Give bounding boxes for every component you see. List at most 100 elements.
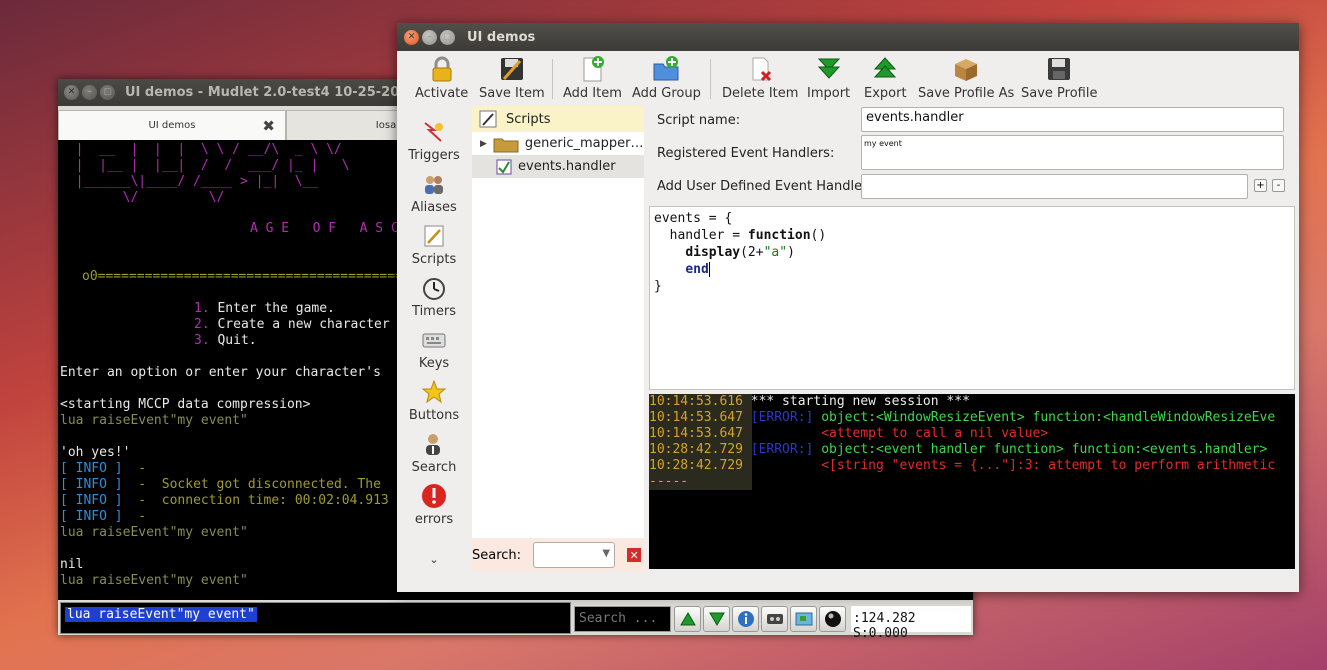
mudlet-window-title: UI demos - Mudlet 2.0-test4 10-25-2011 xyxy=(125,85,418,100)
toolbar-label: Add Group xyxy=(632,86,701,101)
ascii-banner-line: |______\|____/ /____ > |_| \__ xyxy=(60,174,319,189)
sidebar-label: Triggers xyxy=(408,148,460,163)
close-window-icon[interactable]: ✕ xyxy=(404,29,419,45)
map-icon xyxy=(795,612,812,626)
status-readout: :124.282 S:0.000 xyxy=(851,606,971,641)
tab-label: Iosa xyxy=(375,120,397,131)
maximize-window-icon[interactable]: ▢ xyxy=(100,85,115,100)
handler-list-item[interactable]: my event xyxy=(864,139,1281,148)
error-time: 10:28:42.729 xyxy=(649,442,743,457)
error-text: object:<event handler function> function… xyxy=(821,442,1268,457)
error-console[interactable]: 10:14:53.616 *** starting new session **… xyxy=(649,394,1295,569)
script-editor-window: ✕ – ▢ UI demos Activate Save Item Add It… xyxy=(397,23,1299,592)
tree-header[interactable]: Scripts xyxy=(472,106,644,132)
tab-ui-demos[interactable]: UI demos ✖ xyxy=(58,110,286,140)
toolbar-label: Save Profile As xyxy=(918,86,1015,101)
remove-handler-button[interactable]: - xyxy=(1272,179,1285,192)
sidebar-item-triggers[interactable]: Triggers xyxy=(397,119,471,163)
tree-search-combo[interactable]: ▼ xyxy=(533,542,616,568)
minimize-window-icon[interactable]: – xyxy=(422,29,437,45)
keys-icon xyxy=(422,333,446,348)
import-button[interactable]: Import xyxy=(807,55,850,101)
stop-ball-icon xyxy=(824,611,841,627)
add-group-button[interactable]: Add Group xyxy=(632,55,701,101)
scroll-down-button[interactable] xyxy=(703,606,730,632)
error-time: 10:14:53.647 xyxy=(649,426,743,441)
tab-label: UI demos xyxy=(148,120,196,131)
emergency-stop-button[interactable] xyxy=(819,606,846,632)
echoed-command: lua raiseEvent"my event" xyxy=(60,525,248,540)
info-tag: [ INFO ] xyxy=(60,509,123,524)
error-line: 10:14:53.647 <attempt to call a nil valu… xyxy=(649,426,1048,442)
save-profile-as-button[interactable]: Save Profile As xyxy=(918,55,1014,101)
code-editor[interactable]: events = { handler = function() display(… xyxy=(649,206,1295,390)
sidebar-item-errors[interactable]: errors xyxy=(397,483,471,527)
close-tab-icon[interactable]: ✖ xyxy=(262,117,275,135)
error-icon xyxy=(422,484,446,508)
info-button[interactable] xyxy=(732,606,759,632)
ascii-banner-line: | __ | | | \ \ / __/\ _ \ \/ xyxy=(60,142,342,157)
script-item-icon xyxy=(496,159,512,174)
logging-button[interactable] xyxy=(761,606,788,632)
scroll-up-button[interactable] xyxy=(674,606,701,632)
game-subtitle: A G E O F A S C xyxy=(250,221,399,236)
add-item-button[interactable]: Add Item xyxy=(563,55,622,101)
ascii-banner-line: | |__ | |__| / / ___/ |_ | \ xyxy=(60,158,350,173)
code-token: ) xyxy=(787,245,795,260)
sidebar-label: Buttons xyxy=(408,408,460,423)
code-token: handler = xyxy=(654,228,748,243)
sidebar-item-keys[interactable]: Keys xyxy=(397,327,471,371)
window-controls: ✕ – ▢ xyxy=(404,29,455,45)
tree-item-folder[interactable]: ▶ generic_mapper… xyxy=(472,132,644,155)
delete-item-button[interactable]: Delete Item xyxy=(722,55,798,101)
buffer-search-input[interactable]: Search ... xyxy=(574,606,671,632)
toolbar-label: Activate xyxy=(415,86,469,101)
arrow-up-icon xyxy=(679,612,696,626)
activate-button[interactable]: Activate xyxy=(415,55,468,101)
toolbar-label: Delete Item xyxy=(722,86,799,101)
sidebar-more-chevron[interactable]: ⌄ xyxy=(397,553,471,566)
sidebar-item-aliases[interactable]: Aliases xyxy=(397,171,471,215)
save-profile-icon xyxy=(1048,58,1071,80)
add-handler-button[interactable]: + xyxy=(1254,179,1267,192)
error-line: 10:28:42.729 [ERROR:] object:<event hand… xyxy=(649,442,1267,458)
map-button[interactable] xyxy=(790,606,817,632)
close-window-icon[interactable]: ✕ xyxy=(64,85,79,100)
command-input[interactable]: lua raiseEvent"my event" xyxy=(60,602,571,634)
add-handler-input[interactable] xyxy=(861,174,1248,199)
maximize-window-icon[interactable]: ▢ xyxy=(440,29,455,45)
tree-item-events-handler[interactable]: events.handler xyxy=(472,155,644,178)
separator-line: o0======================================… xyxy=(82,269,419,284)
info-line: [ INFO ] - xyxy=(60,461,146,477)
tape-icon xyxy=(766,614,783,624)
registered-handlers-list[interactable]: my event xyxy=(861,135,1284,170)
script-name-input[interactable]: events.handler xyxy=(861,107,1284,132)
error-text: <attempt to call a nil value> xyxy=(821,426,1049,441)
minimize-window-icon[interactable]: – xyxy=(82,85,97,100)
add-handler-label: Add User Defined Event Handler: xyxy=(657,179,872,194)
text-cursor xyxy=(708,262,718,277)
menu-num: 1. xyxy=(194,301,210,316)
sidebar-item-scripts[interactable]: Scripts xyxy=(397,223,471,267)
error-line: 10:28:42.729 <[string "events = {..."]:3… xyxy=(649,458,1275,474)
error-line: 10:14:53.647 [ERROR:] object:<WindowResi… xyxy=(649,410,1275,426)
save-profile-button[interactable]: Save Profile xyxy=(1021,55,1097,101)
clear-search-icon[interactable]: ✕ xyxy=(627,548,642,562)
command-bar: lua raiseEvent"my event" Search ... :124… xyxy=(58,600,973,641)
sidebar-item-buttons[interactable]: Buttons xyxy=(397,379,471,423)
code-line: end xyxy=(654,261,1290,278)
error-text: <[string "events = {..."]:3: attempt to … xyxy=(821,458,1276,473)
toolbar-separator xyxy=(552,59,553,99)
category-sidebar: Triggers Aliases Scripts Timers Keys But… xyxy=(397,106,471,568)
expand-triangle-icon[interactable]: ▶ xyxy=(480,139,487,149)
code-keyword: end xyxy=(685,262,709,277)
tree-item-label: generic_mapper… xyxy=(524,136,644,151)
sidebar-item-search[interactable]: Search xyxy=(397,431,471,475)
sidebar-item-timers[interactable]: Timers xyxy=(397,275,471,319)
save-item-button[interactable]: Save Item xyxy=(479,55,545,101)
scripts-icon xyxy=(479,110,497,128)
editor-window-title: UI demos xyxy=(467,29,536,45)
export-button[interactable]: Export xyxy=(864,55,907,101)
error-text: object:<WindowResizeEvent> function:<han… xyxy=(821,410,1276,425)
sidebar-label: Scripts xyxy=(411,252,457,267)
